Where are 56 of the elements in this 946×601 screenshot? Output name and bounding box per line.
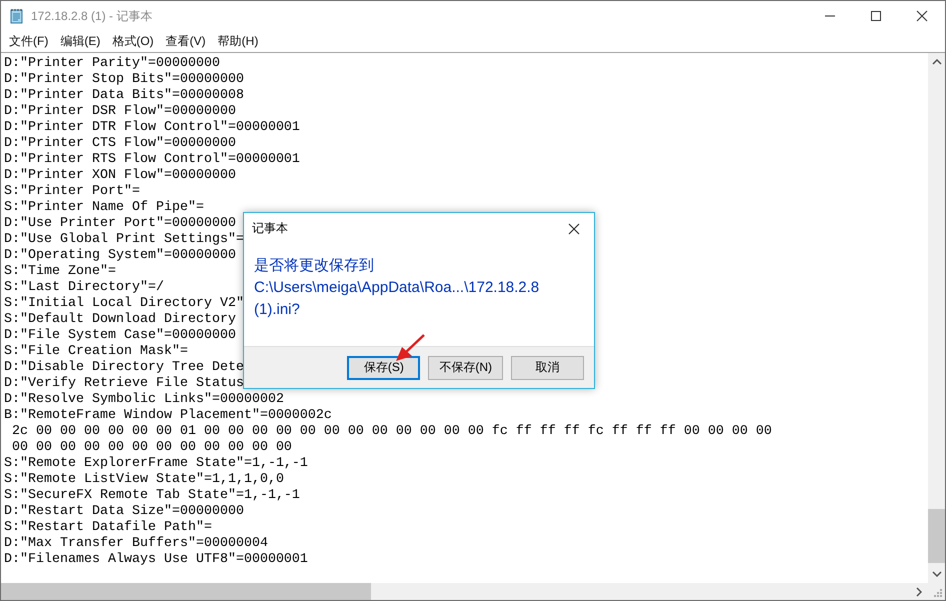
text-line: D:"Printer XON Flow"=00000000 bbox=[4, 168, 236, 184]
menu-item[interactable]: 文件(F) bbox=[3, 33, 54, 50]
text-line: D:"File System Case"=00000000 bbox=[4, 328, 236, 344]
scroll-right-icon[interactable] bbox=[916, 586, 922, 596]
dialog-message: 是否将更改保存到 bbox=[254, 256, 375, 276]
menu-item[interactable]: 查看(V) bbox=[160, 33, 212, 50]
dialog-button[interactable]: 取消 bbox=[511, 356, 584, 380]
text-line: D:"Printer Parity"=00000000 bbox=[4, 56, 220, 72]
dialog-title: 记事本 bbox=[252, 220, 288, 237]
close-icon bbox=[568, 222, 580, 234]
text-line: S:"Initial Local Directory V2" bbox=[4, 296, 244, 312]
horizontal-scrollbar[interactable] bbox=[1, 583, 928, 600]
text-line: S:"Remote ExplorerFrame State"=1,-1,-1 bbox=[4, 456, 308, 472]
text-line: 00 00 00 00 00 00 00 00 00 00 00 00 bbox=[10, 440, 292, 456]
scroll-down-icon[interactable] bbox=[932, 571, 942, 577]
text-line: D:"Printer Data Bits"=00000008 bbox=[4, 88, 244, 104]
annotation-arrow bbox=[394, 333, 426, 363]
menu-item[interactable]: 帮助(H) bbox=[212, 33, 264, 50]
text-line: S:"Time Zone"= bbox=[4, 264, 116, 280]
text-line: D:"Printer DTR Flow Control"=00000001 bbox=[4, 120, 300, 136]
text-line: S:"Last Directory"=/ bbox=[4, 280, 164, 296]
notepad-icon bbox=[9, 8, 25, 24]
scroll-up-icon[interactable] bbox=[932, 59, 942, 65]
text-line: S:"SecureFX Remote Tab State"=1,-1,-1 bbox=[4, 488, 300, 504]
text-line: D:"Verify Retrieve File Status bbox=[4, 376, 244, 392]
text-line: S:"Default Download Directory bbox=[4, 312, 236, 328]
text-line: D:"Use Global Print Settings"= bbox=[4, 232, 244, 248]
text-line: D:"Operating System"=00000000 bbox=[4, 248, 236, 264]
menu-item[interactable]: 编辑(E) bbox=[54, 33, 106, 50]
window-title: 172.18.2.8 (1) - 记事本 bbox=[31, 8, 152, 24]
maximize-icon bbox=[870, 10, 882, 22]
text-line: D:"Printer RTS Flow Control"=00000001 bbox=[4, 152, 300, 168]
scrollbar-thumb[interactable] bbox=[1, 583, 371, 600]
scrollbar-thumb[interactable] bbox=[928, 509, 945, 563]
text-line: D:"Printer CTS Flow"=00000000 bbox=[4, 136, 236, 152]
text-line: B:"RemoteFrame Window Placement"=0000002c bbox=[4, 408, 332, 424]
close-icon bbox=[916, 10, 928, 22]
text-line: D:"Printer DSR Flow"=00000000 bbox=[4, 104, 236, 120]
text-line: D:"Resolve Symbolic Links"=00000002 bbox=[4, 392, 284, 408]
text-line: D:"Max Transfer Buffers"=00000004 bbox=[4, 536, 268, 552]
text-line: S:"Restart Datafile Path"= bbox=[4, 520, 212, 536]
dialog-button[interactable]: 不保存(N) bbox=[428, 356, 503, 380]
text-line: S:"Printer Name Of Pipe"= bbox=[4, 200, 204, 216]
text-line: D:"Filenames Always Use UTF8"=00000001 bbox=[4, 552, 308, 568]
text-line: D:"Disable Directory Tree Dete bbox=[4, 360, 244, 376]
text-line: D:"Printer Stop Bits"=00000000 bbox=[4, 72, 244, 88]
text-line: S:"Remote ListView State"=1,1,1,0,0 bbox=[4, 472, 284, 488]
text-line: D:"Use Printer Port"=00000000 bbox=[4, 216, 236, 232]
text-line: S:"Printer Port"= bbox=[4, 184, 140, 200]
dialog-button[interactable]: 保存(S) bbox=[347, 356, 420, 380]
file-path: C:\Users\meiga\AppData\Roa...\172.18.2.8 (1).ini? bbox=[254, 278, 540, 320]
menu-item[interactable]: 格式(O) bbox=[106, 33, 160, 50]
vertical-scrollbar[interactable] bbox=[928, 53, 945, 583]
text-line: D:"Restart Data Size"=00000000 bbox=[4, 504, 244, 520]
text-line: S:"File Creation Mask"= bbox=[4, 344, 188, 360]
text-line: 2c 00 00 00 00 00 00 01 00 00 00 00 00 00 00 00 00 00 00 00 fc ff ff ff fc ff ff ff 00 00 00 00 bbox=[10, 424, 772, 440]
